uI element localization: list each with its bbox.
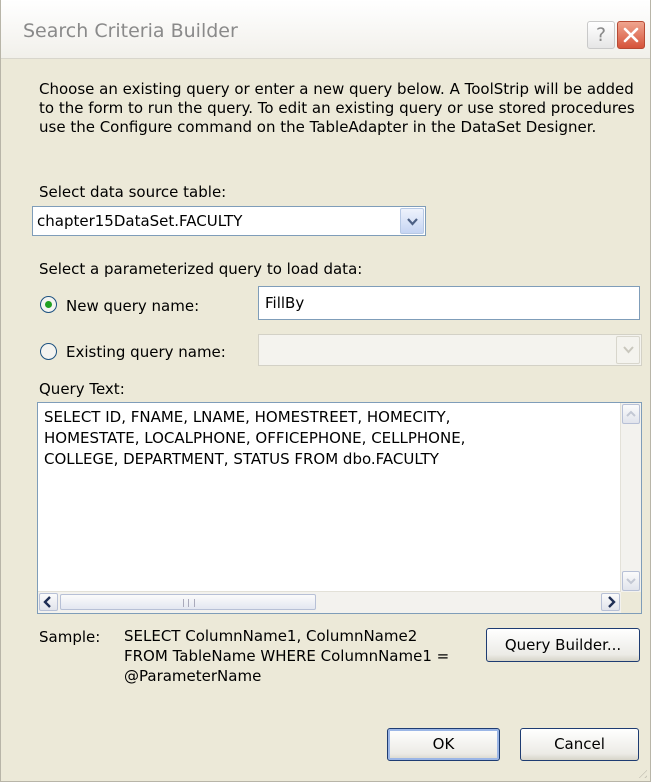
data-source-value: chapter15DataSet.FACULTY [37, 212, 243, 230]
radio-selected-dot [45, 301, 52, 308]
help-button[interactable]: ? [587, 21, 615, 49]
new-query-name-input[interactable]: FillBy [258, 286, 640, 320]
grip-icon [183, 599, 195, 607]
horizontal-scroll-thumb[interactable] [60, 594, 316, 610]
scrollbar-corner [621, 592, 641, 613]
new-query-label: New query name: [66, 297, 200, 315]
search-criteria-dialog: Search Criteria Builder ? Choose an exis… [0, 0, 651, 782]
existing-query-label: Existing query name: [66, 343, 226, 361]
sample-text: SELECT ColumnName1, ColumnName2 FROM Tab… [124, 627, 450, 685]
chevron-down-icon [626, 578, 636, 585]
scroll-right-button[interactable] [601, 593, 620, 611]
data-source-label: Select data source table: [39, 183, 227, 201]
chevron-right-icon [608, 596, 616, 608]
scroll-left-button[interactable] [39, 593, 58, 611]
chevron-left-icon [43, 596, 51, 608]
existing-query-dropdown-button[interactable] [616, 336, 640, 364]
query-builder-button[interactable]: Query Builder... [486, 628, 640, 662]
new-query-name-value: FillBy [265, 294, 305, 312]
data-source-dropdown-button[interactable] [400, 208, 424, 234]
data-source-select[interactable]: chapter15DataSet.FACULTY [32, 206, 426, 236]
vertical-scrollbar[interactable] [620, 403, 641, 592]
query-text-area[interactable]: SELECT ID, FNAME, LNAME, HOMESTREET, HOM… [37, 402, 642, 614]
parameterized-query-label: Select a parameterized query to load dat… [39, 260, 363, 278]
ok-button[interactable]: OK [387, 728, 500, 761]
chevron-down-icon [407, 218, 418, 226]
close-button[interactable] [617, 21, 645, 49]
new-query-radio[interactable] [40, 296, 57, 313]
resize-grip-icon[interactable] [635, 766, 647, 778]
instructions-text: Choose an existing query or enter a new … [39, 80, 635, 136]
existing-query-radio[interactable] [40, 343, 57, 360]
query-text-content[interactable]: SELECT ID, FNAME, LNAME, HOMESTREET, HOM… [44, 407, 604, 470]
chevron-up-icon [626, 410, 636, 417]
scroll-down-button[interactable] [622, 571, 640, 591]
query-text-label: Query Text: [39, 380, 125, 398]
horizontal-scrollbar[interactable] [38, 591, 621, 613]
scroll-up-button[interactable] [622, 404, 640, 424]
window-title: Search Criteria Builder [23, 20, 238, 42]
cancel-button[interactable]: Cancel [520, 728, 639, 761]
existing-query-select[interactable] [258, 334, 642, 366]
title-bar[interactable]: Search Criteria Builder ? [1, 0, 650, 59]
sample-label: Sample: [39, 628, 101, 646]
help-icon: ? [595, 24, 607, 46]
close-icon [623, 27, 639, 43]
chevron-down-icon [623, 346, 634, 354]
